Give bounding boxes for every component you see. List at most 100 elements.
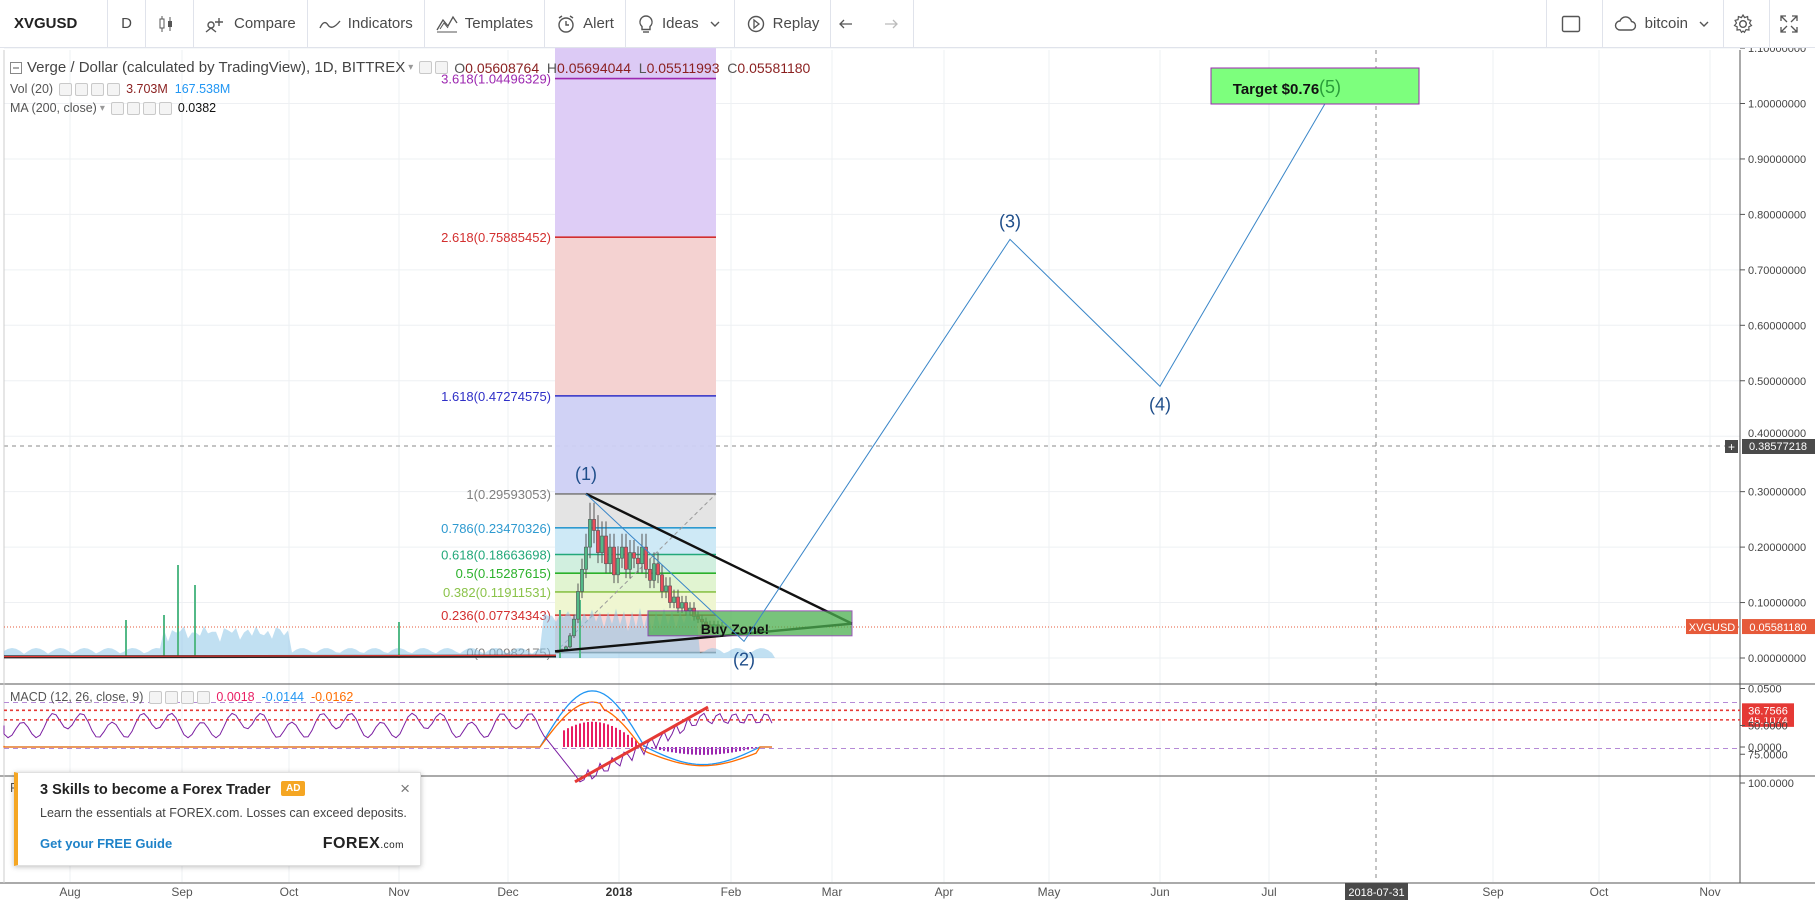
macd-label: MACD (12, 26, close, 9) <box>10 690 144 704</box>
compare-button[interactable]: Compare <box>194 0 308 48</box>
volume-value: 3.703M <box>126 82 168 96</box>
time-axis-label: Dec <box>497 885 518 899</box>
fullscreen-icon <box>1780 14 1798 33</box>
price-axis-label: 0.40000000 <box>1748 428 1806 440</box>
candle-body <box>640 546 644 565</box>
ideas-button[interactable]: Ideas <box>626 0 735 48</box>
candle-body <box>600 535 604 553</box>
main-series-title: Verge / Dollar (calculated by TradingVie… <box>27 59 406 76</box>
macd-value-1: 0.0018 <box>216 690 255 704</box>
candle-body <box>608 546 612 565</box>
redo-button[interactable] <box>872 0 915 48</box>
rsi-level-label: 36.7566 <box>1748 705 1788 717</box>
rsi-pane <box>3 702 1740 784</box>
collapse-icon[interactable] <box>10 61 22 74</box>
indicators-label: Indicators <box>347 15 413 32</box>
price-axis-label: 0.90000000 <box>1748 154 1806 166</box>
time-axis-label: Jul <box>1261 885 1276 899</box>
close-icon[interactable]: × <box>400 779 410 799</box>
chart-grid <box>0 48 1815 884</box>
chevron-down-icon[interactable]: ▾ <box>408 62 413 73</box>
candle-body <box>636 557 640 565</box>
replay-button[interactable]: Replay <box>735 0 832 48</box>
top-toolbar: XVGUSD D Compare Indicators Templates Al… <box>0 0 1815 48</box>
candle-body <box>612 546 616 576</box>
fib-band <box>555 78 716 238</box>
time-axis-label: Mar <box>822 885 843 899</box>
wave-label: (4) <box>1149 394 1171 414</box>
wave-label: (3) <box>999 211 1021 231</box>
target-label: Target $0.76 <box>1233 81 1319 98</box>
ma-value: 0.0382 <box>177 101 217 115</box>
layout-menu-button[interactable]: bitcoin <box>1603 0 1724 48</box>
layout-name-label: bitcoin <box>1644 15 1688 32</box>
price-axis-label: 0.30000000 <box>1748 487 1806 499</box>
fib-level-label: 1(0.29593053) <box>466 487 551 502</box>
candle-body <box>672 596 676 603</box>
candle-body <box>648 568 652 581</box>
volume-buttons[interactable] <box>59 82 121 96</box>
ad-description: Learn the essentials at FOREX.com. Losse… <box>40 806 407 820</box>
series-buttons[interactable] <box>419 61 449 74</box>
main-pane-bg <box>4 50 1740 682</box>
macd-value-3: -0.0162 <box>310 690 354 704</box>
ad-cta-link[interactable]: Get your FREE Guide <box>40 836 172 851</box>
candle-body <box>596 530 600 553</box>
symbol-search-button[interactable]: XVGUSD <box>0 0 108 48</box>
time-axis-label: Jun <box>1150 885 1169 899</box>
templates-icon <box>436 15 458 32</box>
main-legend: Verge / Dollar (calculated by TradingVie… <box>10 59 810 76</box>
candle-body <box>616 557 620 576</box>
indicators-button[interactable]: Indicators <box>308 0 425 48</box>
forex-logo: FOREX.com <box>322 835 404 852</box>
time-axis-label: Feb <box>721 885 742 899</box>
undo-button[interactable] <box>831 0 872 48</box>
candle-body <box>680 602 684 609</box>
price-axis-label: 1.10000000 <box>1748 48 1806 55</box>
time-axis-label: Aug <box>59 885 80 899</box>
crosshair-price-label: 0.38577218 <box>1749 441 1807 453</box>
candle-body <box>668 585 672 603</box>
chevron-down-icon[interactable]: ▾ <box>100 103 105 114</box>
price-axis-label: 0.70000000 <box>1748 265 1806 277</box>
candle-body <box>684 602 688 612</box>
macd-value-2: -0.0144 <box>261 690 304 704</box>
buy-zone-label: Buy Zone! <box>701 621 769 637</box>
candles-icon <box>159 15 172 32</box>
candle-body <box>632 552 636 559</box>
alert-button[interactable]: Alert <box>545 0 626 48</box>
volume-legend: Vol (20) 3.703M 167.538M <box>10 82 230 96</box>
fib-band <box>555 237 716 396</box>
ad-title: 3 Skills to become a Forex Trader <box>40 782 271 798</box>
fib-band <box>555 573 716 592</box>
price-axis-label: 0.20000000 <box>1748 542 1806 554</box>
chevron-down-icon <box>710 21 720 27</box>
rsi-trendline <box>574 705 709 784</box>
time-axis-label: Sep <box>171 885 193 899</box>
settings-button[interactable] <box>1724 0 1770 48</box>
candle-body <box>576 591 580 620</box>
ma-buttons[interactable] <box>110 101 172 115</box>
macd-buttons[interactable] <box>149 690 211 704</box>
indicators-icon <box>319 20 341 28</box>
candle-body <box>628 552 632 570</box>
ad-banner[interactable]: 3 Skills to become a Forex Trader AD × L… <box>14 772 421 866</box>
fullscreen-layout-button[interactable] <box>1545 0 1603 48</box>
chart-style-button[interactable] <box>146 0 194 48</box>
resolution-button[interactable]: D <box>108 0 146 48</box>
time-axis-label: 2018 <box>606 885 633 899</box>
fib-level-label: 0.618(0.18663698) <box>441 548 551 563</box>
price-axis-label: 0.60000000 <box>1748 320 1806 332</box>
candle-body <box>676 596 680 609</box>
cloud-icon <box>1614 15 1636 31</box>
price-axis-label: 1.00000000 <box>1748 99 1806 111</box>
candle-body <box>660 574 664 592</box>
settings-icon <box>1733 13 1753 33</box>
fib-level-label: 0.382(0.11911531) <box>443 585 551 600</box>
fullscreen-button[interactable] <box>1770 0 1815 48</box>
time-axis-label: Apr <box>935 885 954 899</box>
wave-label: (5) <box>1319 77 1341 97</box>
redo-icon <box>885 19 899 28</box>
fullscreen-layout-icon <box>1561 15 1580 32</box>
templates-button[interactable]: Templates <box>425 0 546 48</box>
